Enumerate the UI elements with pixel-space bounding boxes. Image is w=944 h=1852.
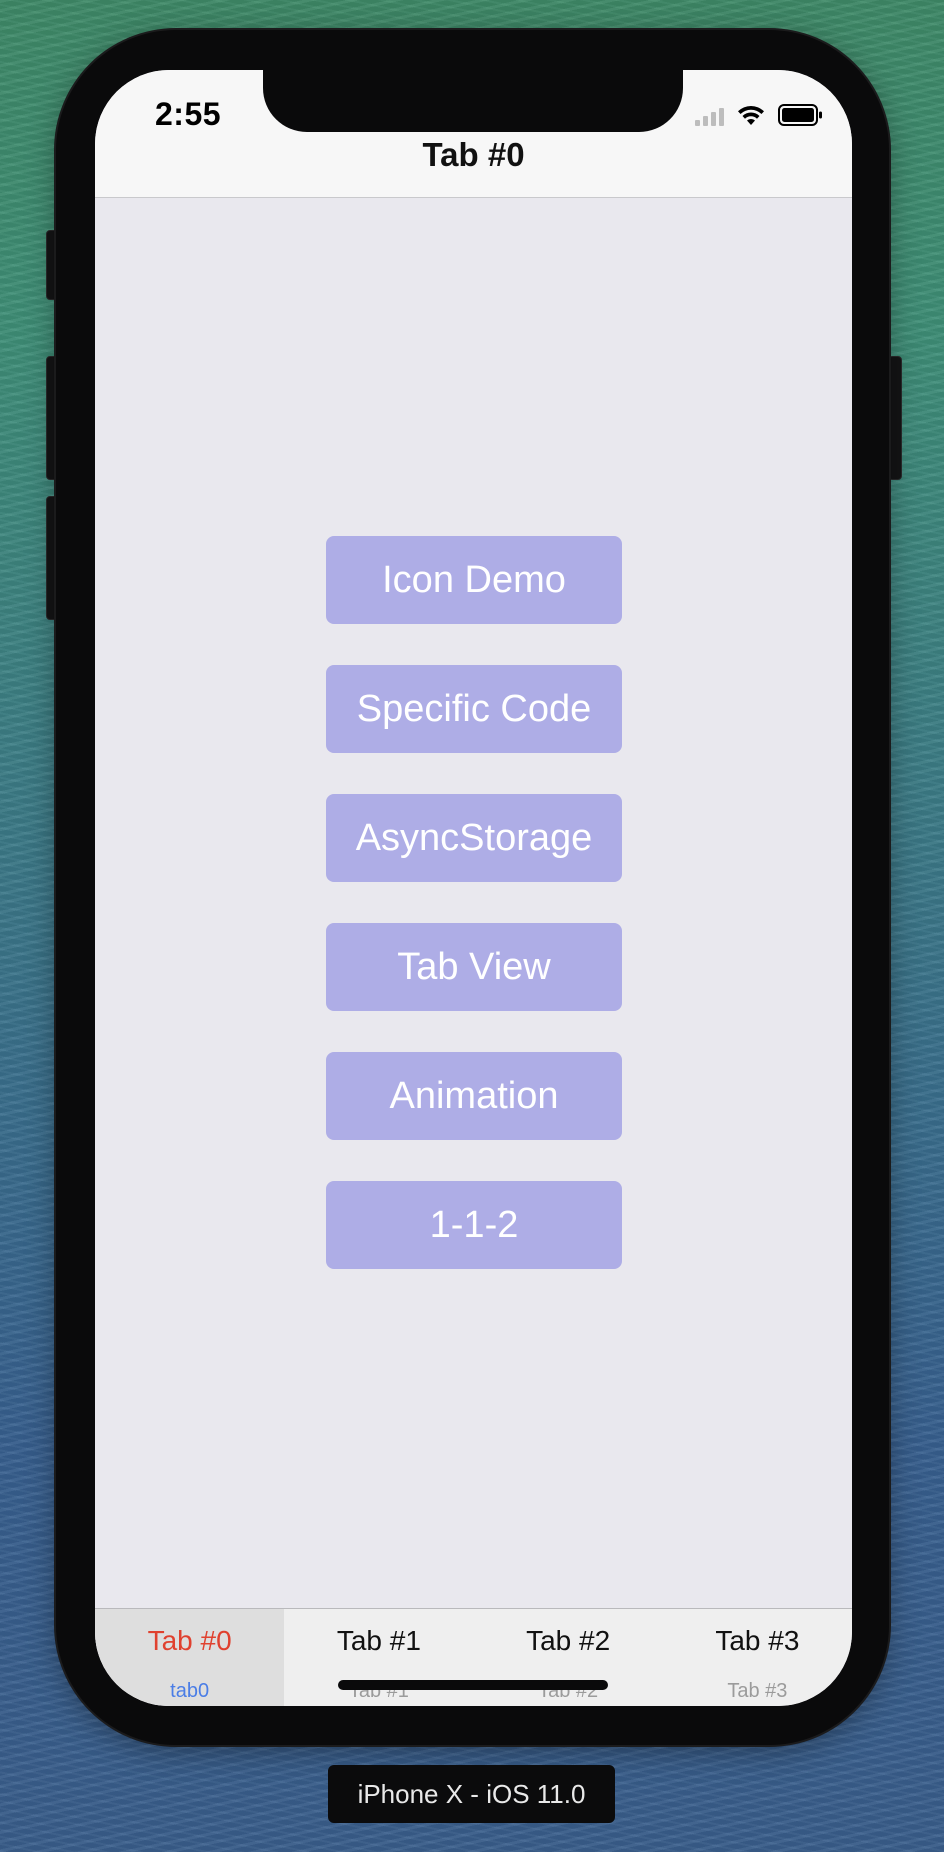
status-time: 2:55 bbox=[155, 96, 222, 132]
demo-menu: Icon Demo Specific Code AsyncStorage Tab… bbox=[326, 536, 622, 1310]
cellular-signal-icon bbox=[695, 104, 724, 126]
tab-label: Tab #1 bbox=[336, 1625, 421, 1656]
wifi-icon bbox=[738, 105, 764, 125]
tab-bar: Tab #0 tab0 Tab #1 Tab #1 Tab #2 Tab #2 … bbox=[95, 1608, 852, 1706]
tab-1[interactable]: Tab #1 Tab #1 bbox=[284, 1609, 473, 1706]
page-title: Tab #0 bbox=[422, 136, 525, 173]
phone-screen: 2:55 Tab #0 Icon Demo Specific Code Asyn… bbox=[95, 70, 852, 1706]
tab-sublabel: Tab #3 bbox=[727, 1680, 788, 1702]
specific-code-button[interactable]: Specific Code bbox=[326, 665, 622, 753]
icon-demo-button[interactable]: Icon Demo bbox=[326, 536, 622, 624]
tab-sublabel: tab0 bbox=[170, 1680, 210, 1702]
tab-3[interactable]: Tab #3 Tab #3 bbox=[663, 1609, 852, 1706]
home-indicator[interactable] bbox=[338, 1680, 608, 1690]
tab-label: Tab #2 bbox=[526, 1625, 611, 1656]
tab-label: Tab #0 bbox=[147, 1625, 232, 1656]
tab-0[interactable]: Tab #0 tab0 bbox=[95, 1609, 285, 1706]
status-icons bbox=[695, 102, 824, 128]
simulator-device-label: iPhone X - iOS 11.0 bbox=[328, 1765, 615, 1823]
power-button[interactable] bbox=[888, 356, 902, 480]
battery-icon bbox=[778, 104, 822, 126]
async-storage-button[interactable]: AsyncStorage bbox=[326, 794, 622, 882]
notch bbox=[263, 70, 683, 132]
tab-view-button[interactable]: Tab View bbox=[326, 923, 622, 1011]
tab-label: Tab #3 bbox=[715, 1625, 800, 1656]
one-one-two-button[interactable]: 1-1-2 bbox=[326, 1181, 622, 1269]
tab-2[interactable]: Tab #2 Tab #2 bbox=[474, 1609, 663, 1706]
animation-button[interactable]: Animation bbox=[326, 1052, 622, 1140]
